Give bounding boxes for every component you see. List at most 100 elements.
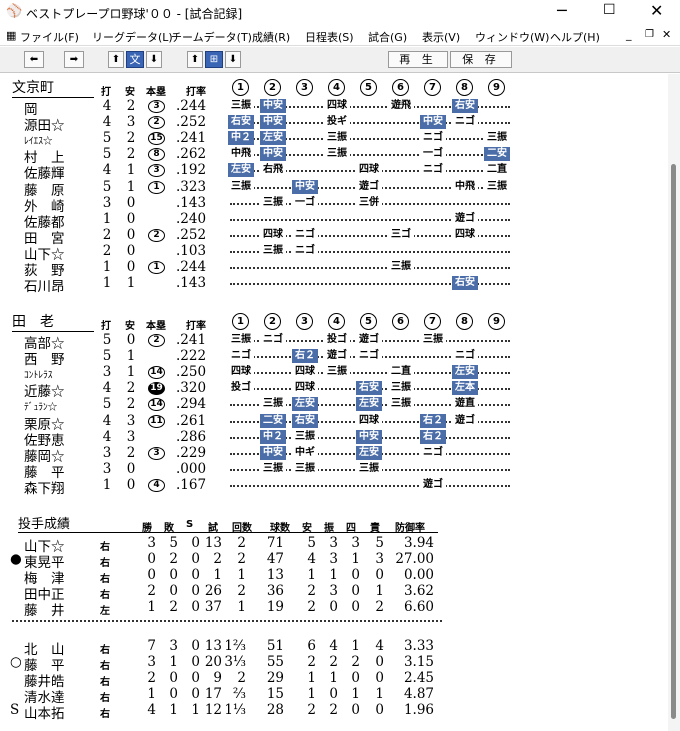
pitching-separator [12,619,442,622]
at-bat-result: 三振 [228,333,254,347]
menu-league-data[interactable]: リーグデータ(L) [92,29,173,45]
menu-help[interactable]: ヘルプ(H) [550,29,600,45]
pitching-header-0: 勝 [142,523,152,534]
batter-home-run-count: 2 [148,116,165,130]
pitcher-k: 2 [329,701,338,718]
pitcher-h: 2 [307,701,316,718]
mdi-minimize-icon[interactable]: _ [626,28,632,41]
menu-window[interactable]: ウィンドウ(W) [475,29,549,45]
at-bat-result: 一ゴ [420,147,446,162]
at-bat-result: 左安 [356,397,382,412]
pitcher-k: 3 [329,551,338,568]
inning-header-4: 4 [328,313,345,330]
at-bat-result: 中安 [260,445,286,460]
at-bat-result: 三併 [356,195,382,210]
pitcher-s: 0 [191,669,200,686]
pitching-header-5: 球数 [270,523,290,534]
view-up-button[interactable]: ⬆ [187,51,203,68]
mdi-restore-icon[interactable]: ❐ [645,29,654,40]
arrow-right-icon: ➡ [69,54,79,65]
batter-hits: 3 [126,412,136,429]
team-down-button[interactable]: ⬇ [146,51,162,68]
app-icon: ⚾ [6,4,23,19]
menu-view[interactable]: 表示(V) [422,29,460,45]
at-bat-result: 遊ゴ [452,211,478,226]
batter-at-bats: 4 [102,412,112,429]
pitcher-np: 29 [266,669,284,686]
close-icon[interactable]: ✕ [650,1,663,20]
pitcher-era: 3.15 [403,653,434,670]
next-game-button[interactable]: ➡ [64,51,84,68]
pitcher-w: 0 [147,551,156,568]
window-title: ベストプレープロ野球'００ - [試合記録] [26,7,243,21]
pitcher-hand: 右 [100,660,110,672]
at-bat-result: 三振 [324,147,350,162]
batter-average: .244 [176,259,207,275]
batter-average: .262 [176,146,207,163]
pitcher-ip: 2 [237,535,246,551]
pitcher-hand: 右 [100,558,110,570]
batter-at-bats: 3 [102,444,112,461]
pitcher-np: 28 [266,701,284,718]
pitcher-np: 13 [266,567,284,584]
batter-name: ｺﾝﾄﾚﾗｽ [24,370,53,382]
at-bat-result: 左安 [228,163,254,178]
batter-hits: 2 [126,444,136,461]
pitcher-s: 0 [191,567,200,584]
pitcher-l: 0 [169,583,178,600]
batter-hits: 0 [126,226,136,243]
at-bat-result: 三ゴ [388,227,414,242]
at-bat-result: ニゴ [420,163,446,178]
header-at-bats: 打 [101,87,111,98]
arrow-down-icon: ⬇ [149,54,159,65]
batter-hits: 0 [126,332,136,348]
menu-stats[interactable]: 成績(R) [252,29,290,45]
minimize-icon[interactable]: ─ [557,1,567,20]
view-down-button[interactable]: ⬇ [225,51,241,68]
header-batting-average: 打率 [186,321,206,332]
document-icon[interactable]: ▦ [6,29,16,42]
batter-at-bats: 5 [102,332,112,348]
grid-icon: ⊞ [209,54,219,65]
mdi-close-icon[interactable]: ✕ [662,28,671,41]
pitcher-era: 27.00 [395,551,434,568]
batter-home-run-count: 1 [148,261,165,274]
pitcher-k: 1 [329,567,338,584]
row-leader-dots [230,484,510,487]
save-button[interactable]: 保 存 [450,51,512,68]
menu-schedule[interactable]: 日程表(S) [305,29,354,45]
game-record: 文京町打安本塁 打率 1 2 3 4 5 6 7 8 9 岡 4 2 3.244 三振 中安 四球 遊飛 右安 源田☆ 4… [0,74,668,731]
menu-game[interactable]: 試合(G) [368,29,407,45]
pitcher-era: 0.00 [403,567,434,584]
pitcher-w: 3 [147,653,156,670]
toolbar: ⬅ ➡ ⬆ 文 ⬇ ⬆ ⊞ ⬇ 再 生 保 存 [0,47,680,73]
at-bat-result: 遊直 [452,397,478,412]
grid-view-button[interactable]: ⊞ [205,51,223,68]
header-hits: 安 [125,321,135,332]
pitcher-np: 19 [266,599,284,616]
at-bat-result: 三振 [260,195,286,210]
pitcher-bb: 0 [351,583,360,600]
vertical-scrollbar[interactable] [668,74,680,731]
batter-average: .244 [176,98,207,114]
play-button[interactable]: 再 生 [388,51,448,68]
at-bat-result: 三振 [324,365,350,380]
batter-at-bats: 3 [102,364,112,381]
pitcher-k: 2 [329,653,338,670]
pitcher-decision-mark: ● [10,551,22,568]
batter-hits: 2 [126,130,136,147]
team-name: 文京町 [12,77,94,98]
team-up-button[interactable]: ⬆ [108,51,124,68]
menu-team-data[interactable]: チームデータ(T) [171,29,252,45]
batter-hits: 0 [126,460,136,477]
header-at-bats: 打 [101,321,111,332]
prev-game-button[interactable]: ⬅ [24,51,44,68]
pitcher-ip: 3⅓ [224,653,246,670]
batter-average: .167 [176,476,207,493]
maximize-icon[interactable]: ☐ [603,2,616,18]
team-toggle-button[interactable]: 文 [126,51,144,68]
pitcher-k: 3 [329,535,338,551]
pitcher-l: 3 [169,637,178,654]
menu-file[interactable]: ファイル(F) [20,29,79,45]
scrollbar-thumb[interactable] [671,164,676,719]
